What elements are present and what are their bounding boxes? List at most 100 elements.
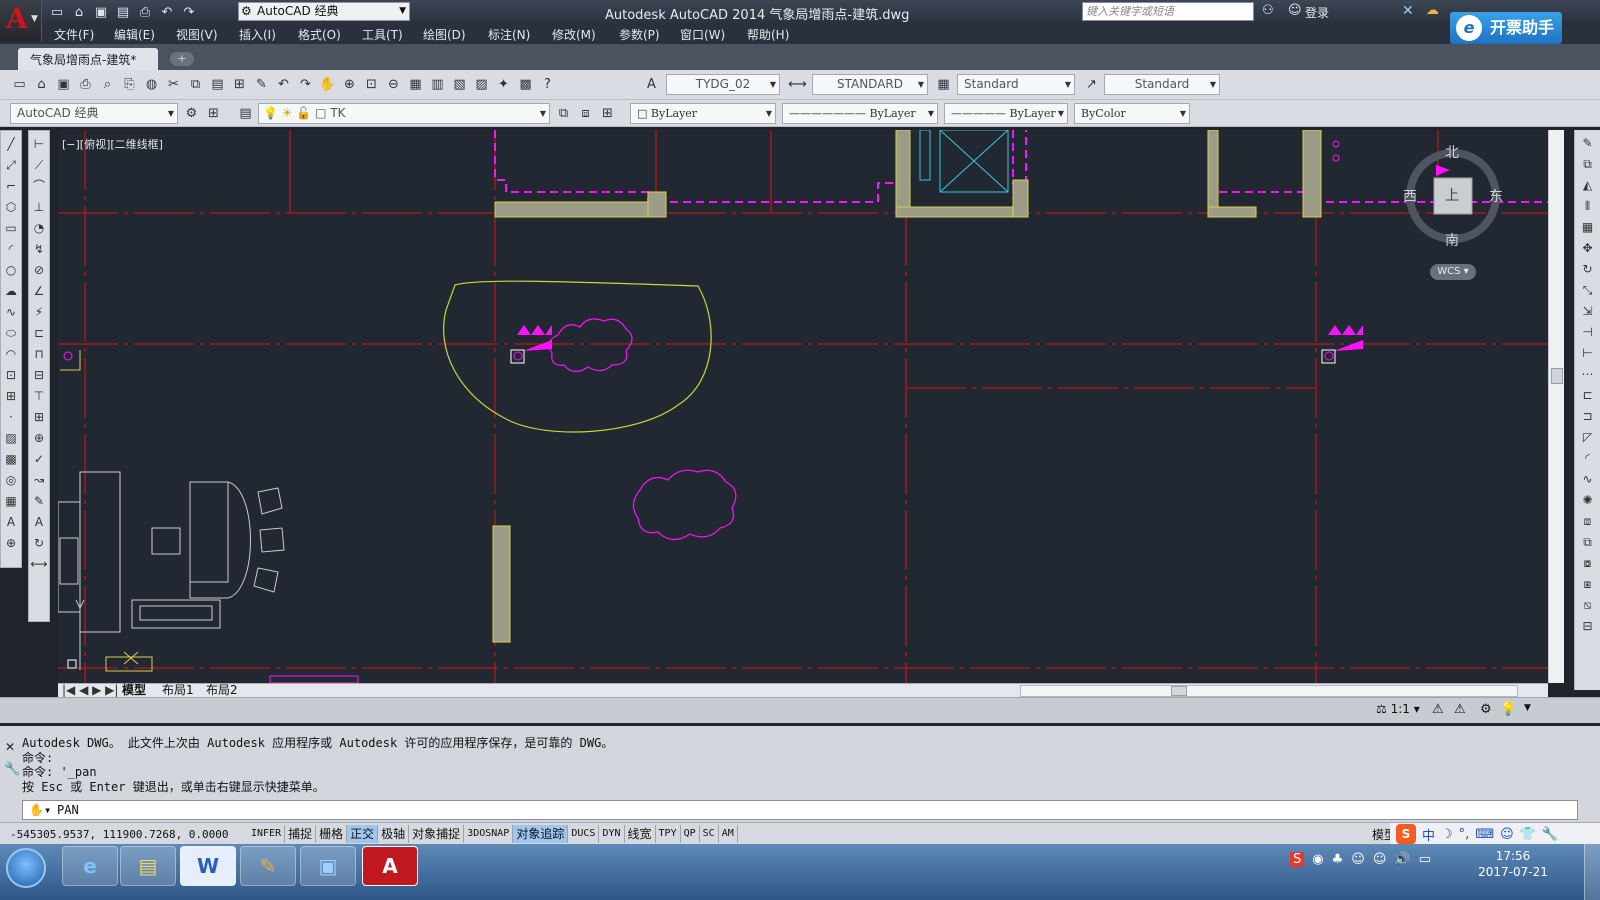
angular-icon[interactable]: ∠: [30, 282, 48, 300]
array-icon[interactable]: ▦: [1579, 218, 1597, 236]
tab-layout1[interactable]: 布局1: [162, 684, 194, 698]
text-style-dropdown[interactable]: TYDG_02 ▼: [666, 74, 780, 95]
login-link[interactable]: 登录: [1305, 4, 1329, 21]
extend-icon[interactable]: ⊢: [1579, 344, 1597, 362]
workspace-switch-icon[interactable]: ⚙: [1480, 702, 1492, 717]
explorer-icon[interactable]: ▤: [120, 846, 176, 886]
ime-language-indicator[interactable]: 中: [1422, 825, 1435, 844]
match-properties-icon[interactable]: ✎: [252, 75, 271, 94]
wrench-icon[interactable]: 🔧: [1542, 827, 1558, 842]
rotate-icon[interactable]: ↻: [1579, 260, 1597, 278]
text-front-icon[interactable]: ⊟: [1579, 617, 1597, 635]
workspace-settings-icon[interactable]: ⚙: [182, 104, 201, 123]
diameter-icon[interactable]: ⊘: [30, 261, 48, 279]
moon-icon[interactable]: ☽: [1441, 827, 1453, 842]
copy-icon[interactable]: ⧉: [1579, 155, 1597, 173]
polyline-icon[interactable]: ⌐: [2, 177, 20, 195]
send-under-icon[interactable]: ⧅: [1579, 596, 1597, 614]
construction-line-icon[interactable]: ⤢: [2, 156, 20, 174]
mtext-icon[interactable]: A: [2, 513, 20, 531]
autodesk360-icon[interactable]: ☁: [1426, 3, 1439, 18]
move-icon[interactable]: ✥: [1579, 239, 1597, 257]
workspace-dropdown[interactable]: ⚙ AutoCAD 经典 ▼: [238, 2, 410, 21]
toggle-4[interactable]: 极轴: [378, 825, 410, 843]
insert-block-icon[interactable]: ⊡: [2, 366, 20, 384]
toggle-0[interactable]: INFER: [248, 825, 286, 843]
table-style-dropdown[interactable]: Standard ▼: [957, 74, 1075, 95]
file-tab[interactable]: 气象局增雨点-建筑*: [18, 48, 158, 70]
sogou-tray-icon[interactable]: S: [1290, 852, 1305, 867]
plot-preview-icon[interactable]: ⌕: [98, 75, 117, 94]
spline-icon[interactable]: ∿: [2, 303, 20, 321]
stretch-icon[interactable]: ⇲: [1579, 302, 1597, 320]
menu-dimension[interactable]: 标注(N): [488, 26, 530, 43]
ordinate-icon[interactable]: ⊥: [30, 198, 48, 216]
undo-icon[interactable]: ↶: [274, 75, 293, 94]
send-back-icon[interactable]: ⧇: [1579, 554, 1597, 572]
design-center-icon[interactable]: ▥: [428, 75, 447, 94]
auto-scale-icon[interactable]: ⚠: [1454, 702, 1466, 717]
quick-dim-icon[interactable]: ⚡: [30, 303, 48, 321]
tolerance-icon[interactable]: ⊞: [30, 408, 48, 426]
space-icon[interactable]: ⊟: [30, 366, 48, 384]
photo-icon[interactable]: ▣: [300, 846, 356, 886]
workspace-combo[interactable]: AutoCAD 经典 ▼: [10, 103, 178, 124]
toggle-14[interactable]: AM: [718, 825, 738, 843]
ellipse-icon[interactable]: ⬭: [2, 324, 20, 342]
help-icon[interactable]: ?: [538, 75, 557, 94]
open-icon[interactable]: ⌂: [70, 3, 88, 21]
toggle-6[interactable]: 3DOSNAP: [464, 825, 514, 843]
wcs-menu-button[interactable]: WCS ▾: [1430, 264, 1476, 280]
tab-model[interactable]: 模型: [122, 684, 146, 698]
annotation-visibility-icon[interactable]: ⚠: [1432, 702, 1444, 717]
command-input[interactable]: ✋▾ PAN: [22, 800, 1578, 820]
new-icon[interactable]: ▭: [48, 3, 66, 21]
join-icon[interactable]: ⊐: [1579, 407, 1597, 425]
jogged-icon[interactable]: ↯: [30, 240, 48, 258]
menu-format[interactable]: 格式(O): [298, 26, 341, 43]
explode-icon[interactable]: ✺: [1579, 491, 1597, 509]
layer-previous-icon[interactable]: ⧈: [576, 104, 595, 123]
add-selected-icon[interactable]: ⊕: [2, 534, 20, 552]
toggle-1[interactable]: 捕捉: [285, 825, 317, 843]
cursor-coordinates[interactable]: -545305.9537, 111900.7268, 0.0000: [10, 828, 229, 841]
undo-icon[interactable]: ↶: [158, 3, 176, 21]
word-icon[interactable]: W: [180, 846, 236, 886]
break-icon[interactable]: ⊏: [1579, 386, 1597, 404]
table-icon[interactable]: ▦: [2, 492, 20, 510]
sogou-logo-icon[interactable]: S: [1396, 824, 1416, 844]
open-icon[interactable]: ⌂: [32, 75, 51, 94]
toggle-9[interactable]: DYN: [599, 825, 625, 843]
dim-edit-icon[interactable]: ✎: [30, 492, 48, 510]
drawing-svg[interactable]: [58, 130, 1548, 683]
toggle-5[interactable]: 对象捕捉: [409, 825, 465, 843]
jogged-linear-icon[interactable]: ↝: [30, 471, 48, 489]
viewcube-top-face[interactable]: 上: [1445, 185, 1459, 205]
toggle-8[interactable]: DUCS: [568, 825, 600, 843]
point-icon[interactable]: ·: [2, 408, 20, 426]
calculator-icon[interactable]: ▩: [516, 75, 535, 94]
user-icon[interactable]: ☺: [1288, 3, 1302, 18]
layer-dropdown[interactable]: 💡 ☀ 🔓 □ TK ▼: [258, 103, 550, 124]
ellipse-arc-icon[interactable]: ◠: [2, 345, 20, 363]
print-icon[interactable]: ⎙: [136, 3, 154, 21]
tool-palettes-icon[interactable]: ▧: [450, 75, 469, 94]
paste-icon[interactable]: ▤: [208, 75, 227, 94]
annotation-scale[interactable]: ⚖ 1:1 ▾: [1376, 702, 1420, 716]
viewport-controls-label[interactable]: [−][俯视][二维线框]: [62, 136, 163, 152]
menu-draw[interactable]: 绘图(D): [423, 26, 466, 43]
menu-help[interactable]: 帮助(H): [747, 26, 789, 43]
customize-icon[interactable]: ⊞: [204, 104, 223, 123]
menu-tools[interactable]: 工具(T): [362, 26, 403, 43]
horizontal-scroll-thumb[interactable]: [1171, 686, 1187, 696]
menu-edit[interactable]: 编辑(E): [114, 26, 155, 43]
toggle-12[interactable]: QP: [680, 825, 700, 843]
menu-view[interactable]: 视图(V): [176, 26, 218, 43]
plot-icon[interactable]: ⎙: [76, 75, 95, 94]
color-dropdown[interactable]: □ ByLayer ▼: [630, 103, 776, 124]
save-as-icon[interactable]: ▤: [114, 3, 132, 21]
status-menu-chevron-icon[interactable]: ▼: [1524, 703, 1531, 713]
viewcube-north[interactable]: 北: [1445, 142, 1459, 162]
continue-icon[interactable]: ⊓: [30, 345, 48, 363]
blend-icon[interactable]: ∿: [1579, 470, 1597, 488]
